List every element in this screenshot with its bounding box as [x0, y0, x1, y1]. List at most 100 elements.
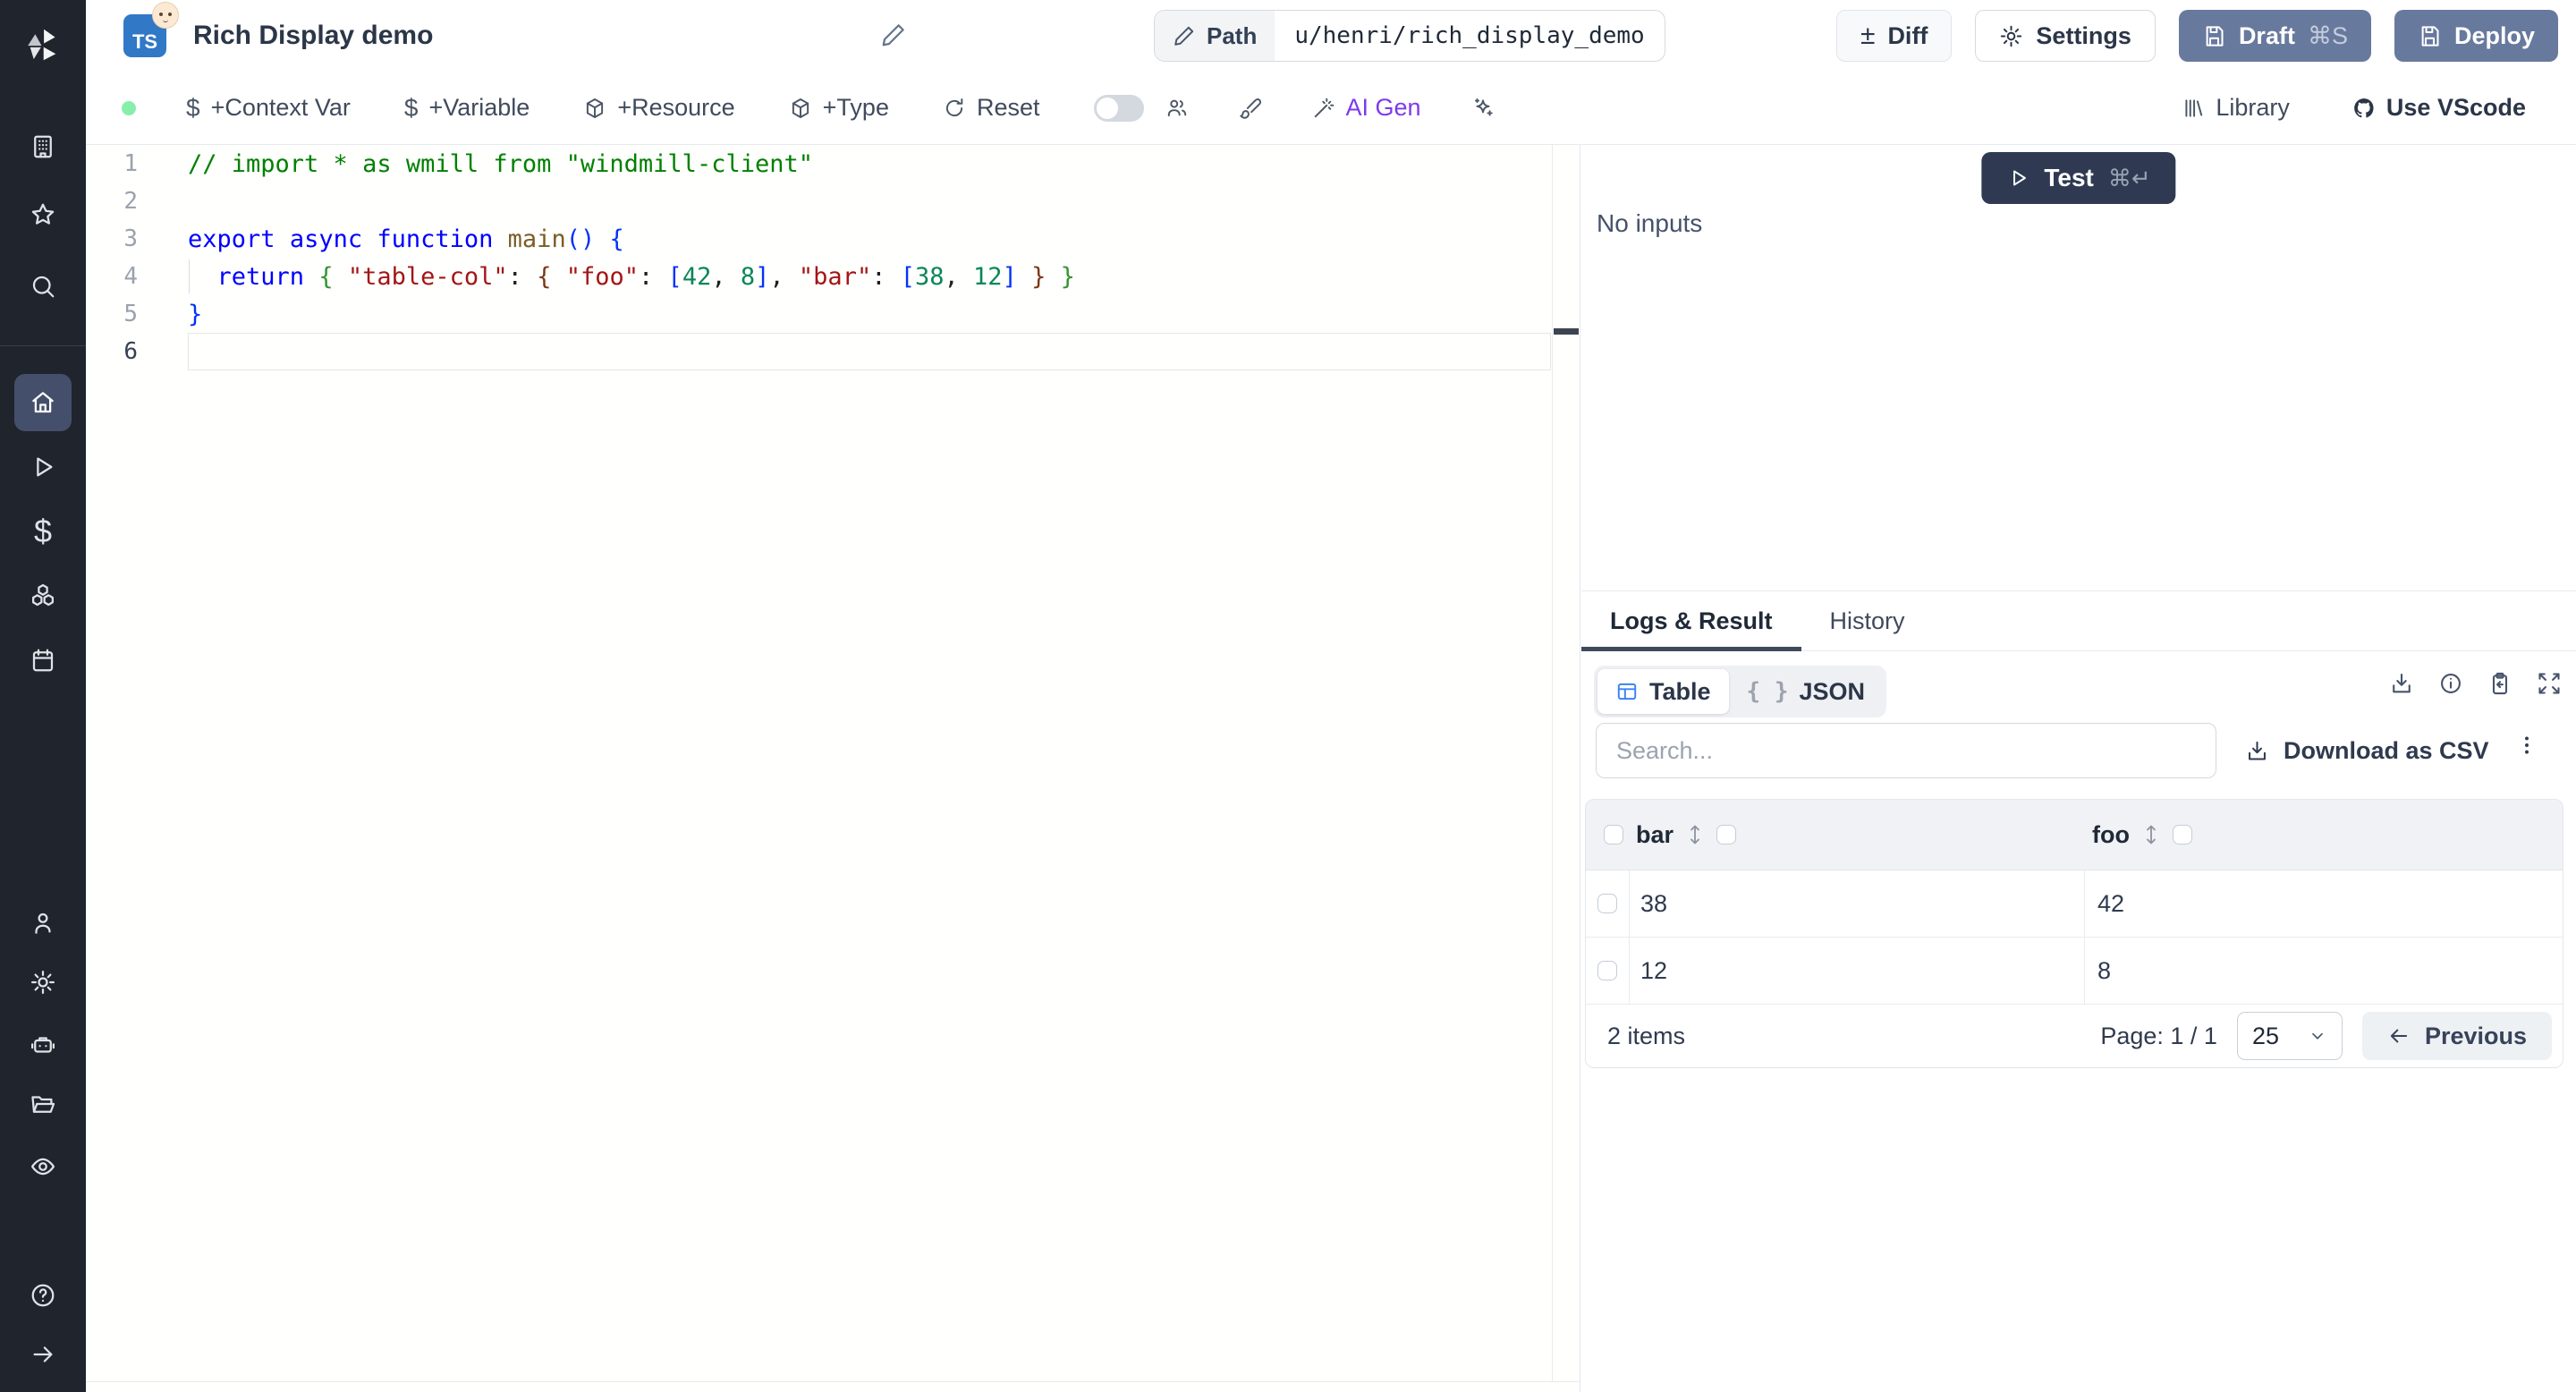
schedules-calendar-icon[interactable]	[0, 632, 86, 689]
users-person-icon[interactable]	[0, 895, 86, 952]
code-line[interactable]: 1 // import * as wmill from "windmill-cli…	[86, 145, 1580, 182]
chevron-down-icon	[2312, 1032, 2323, 1040]
code-line[interactable]: 5}	[86, 295, 1580, 333]
workers-robot-icon[interactable]	[0, 1016, 86, 1074]
run-result-panel: Test ⌘↵ No inputs Logs & Result History …	[1581, 145, 2576, 1392]
cell-bar: 12	[1630, 938, 2085, 1004]
table-search-input[interactable]	[1596, 723, 2216, 778]
dollar-icon: $	[403, 93, 419, 122]
diff-mode-toggle[interactable]	[1093, 94, 1144, 122]
sort-foo-icon[interactable]	[2142, 823, 2160, 846]
column-header-foo[interactable]: foo	[2092, 821, 2130, 849]
draft-button[interactable]: Draft ⌘S	[2178, 10, 2371, 62]
code-text[interactable]: return { "table-col": { "foo": [42, 8], …	[188, 258, 1551, 295]
editor-toolbar: $ +Context Var $ +Variable +Resource +Ty…	[86, 72, 2576, 145]
multiplayer-users-icon[interactable]	[1165, 97, 1189, 120]
tab-logs-and-result[interactable]: Logs & Result	[1581, 591, 1801, 651]
deploy-button[interactable]: Deploy	[2394, 10, 2558, 62]
column-header-bar[interactable]: bar	[1636, 821, 1674, 849]
code-line[interactable]: 3 export async function main() {	[86, 220, 1580, 258]
sort-bar-icon[interactable]	[1686, 823, 1704, 846]
package-icon	[587, 98, 604, 118]
edit-title-pencil-icon[interactable]	[880, 21, 907, 48]
view-toggle-json[interactable]: { } JSON	[1729, 669, 1884, 714]
left-sidebar: $	[0, 0, 86, 1392]
code-line[interactable]: 6	[86, 333, 1580, 370]
download-icon	[2249, 741, 2266, 760]
windmill-logo-icon[interactable]	[0, 16, 86, 73]
library-button[interactable]: Library	[2182, 94, 2290, 122]
variables-dollar-icon[interactable]: $	[0, 503, 86, 560]
code-text[interactable]: // import * as wmill from "windmill-clie…	[188, 145, 1551, 182]
line-number: 4	[123, 263, 138, 290]
save-icon	[2206, 25, 2224, 47]
code-text[interactable]	[188, 182, 1551, 220]
add-type-button[interactable]: +Type	[789, 94, 889, 122]
page-title: Rich Display demo	[193, 21, 434, 50]
code-editor[interactable]: 1 // import * as wmill from "windmill-cli…	[86, 145, 1580, 1392]
diff-button[interactable]: ± Diff	[1835, 10, 1953, 62]
play-icon	[2013, 170, 2026, 186]
runs-play-icon[interactable]	[0, 438, 86, 496]
gear-icon	[2001, 25, 2022, 47]
table-row[interactable]: 38 42	[1586, 870, 2563, 938]
sparkles-icon[interactable]	[1471, 97, 1495, 120]
code-line[interactable]: 2	[86, 182, 1580, 220]
favorites-star-icon[interactable]	[0, 186, 86, 243]
download-csv-button[interactable]: Download as CSV	[2245, 723, 2489, 778]
info-icon[interactable]	[2438, 671, 2463, 696]
plus-minus-icon: ±	[1860, 21, 1876, 50]
code-lines: 1 // import * as wmill from "windmill-cli…	[86, 145, 1580, 370]
format-brush-icon[interactable]	[1239, 97, 1262, 120]
cell-foo: 42	[2097, 889, 2125, 917]
previous-page-button[interactable]: Previous	[2361, 1012, 2552, 1060]
path-value[interactable]: u/henri/rich_display_demo	[1275, 11, 1664, 61]
add-variable-button[interactable]: $ +Variable	[404, 94, 530, 123]
select-all-checkbox[interactable]	[1604, 825, 1623, 845]
editor-overview-ruler[interactable]	[1552, 145, 1580, 1382]
save-icon	[2421, 25, 2439, 47]
add-resource-button[interactable]: +Resource	[583, 94, 735, 122]
view-toggle: Table { } JSON	[1594, 666, 1887, 717]
cell-foo: 8	[2097, 956, 2112, 984]
page-size-select[interactable]: 25	[2236, 1012, 2343, 1060]
cursor-position-mark	[1554, 328, 1579, 335]
expand-fullscreen-icon[interactable]	[2537, 671, 2562, 696]
reset-button[interactable]: Reset	[943, 94, 1040, 122]
code-line[interactable]: 4 return { "table-col": { "foo": [42, 8]…	[86, 258, 1580, 295]
copy-clipboard-icon[interactable]	[2487, 671, 2512, 696]
dollar-icon: $	[186, 93, 200, 122]
workspace-building-icon[interactable]	[0, 118, 86, 175]
library-icon	[2185, 98, 2203, 117]
home-nav-icon[interactable]	[14, 374, 72, 431]
settings-gear-icon[interactable]	[0, 954, 86, 1011]
use-vscode-button[interactable]: Use VScode	[2352, 94, 2526, 122]
add-context-var-button[interactable]: $ +Context Var	[186, 94, 351, 123]
view-toggle-table[interactable]: Table	[1597, 669, 1729, 714]
path-field[interactable]: Path u/henri/rich_display_demo	[1154, 10, 1665, 62]
table-header-row: bar foo	[1586, 800, 2563, 870]
expand-sidebar-arrow-icon[interactable]	[0, 1326, 86, 1383]
row-checkbox[interactable]	[1597, 894, 1617, 913]
code-text[interactable]: export async function main() {	[188, 220, 1551, 258]
settings-button[interactable]: Settings	[1975, 10, 2156, 62]
table-row[interactable]: 12 8	[1586, 938, 2563, 1005]
tab-history[interactable]: History	[1801, 591, 1934, 650]
table-icon	[1617, 683, 1637, 700]
editor-bottom-divider	[86, 1381, 1580, 1382]
table-options-kebab-icon[interactable]	[2515, 734, 2538, 757]
resources-boxes-icon[interactable]	[0, 567, 86, 624]
folders-icon[interactable]	[0, 1075, 86, 1133]
foo-column-checkbox[interactable]	[2172, 825, 2192, 845]
download-result-icon[interactable]	[2389, 671, 2414, 696]
ai-gen-button[interactable]: AI Gen	[1312, 94, 1421, 122]
row-checkbox[interactable]	[1597, 961, 1617, 980]
status-green-dot	[122, 100, 136, 115]
bar-column-checkbox[interactable]	[1716, 825, 1737, 845]
help-icon[interactable]	[0, 1267, 86, 1324]
code-text[interactable]	[188, 333, 1551, 370]
audit-eye-icon[interactable]	[0, 1138, 86, 1195]
code-text[interactable]: }	[188, 295, 1551, 333]
test-button[interactable]: Test ⌘↵	[1981, 152, 2176, 204]
search-icon[interactable]	[0, 258, 86, 315]
